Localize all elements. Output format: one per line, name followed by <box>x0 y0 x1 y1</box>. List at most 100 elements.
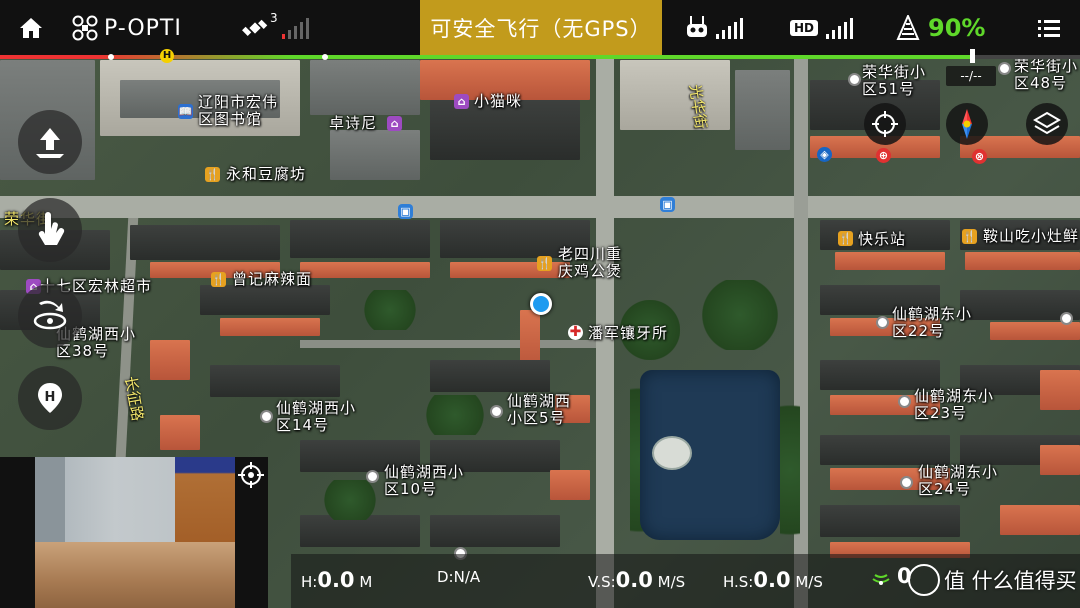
map-label-xianhu-west-14[interactable]: 仙鹤湖西小 区14号 <box>276 400 356 434</box>
bus-stop-icon[interactable]: ▣ <box>398 204 413 219</box>
takeoff-icon <box>36 128 64 158</box>
poi-dot-icon[interactable] <box>366 470 379 483</box>
map-layers-button[interactable] <box>1026 103 1068 145</box>
building <box>150 340 190 380</box>
satellite-status[interactable]: 3 <box>242 0 309 56</box>
bank-pin-icon[interactable]: ⊕ <box>876 148 891 163</box>
camera-target-button[interactable] <box>238 462 264 492</box>
home-icon <box>20 18 42 38</box>
building <box>820 505 960 537</box>
hospital-pin-icon[interactable]: ✚ <box>568 325 583 340</box>
building <box>735 70 790 150</box>
camera-feed-floor <box>35 542 235 608</box>
orbit-mode-button[interactable] <box>18 284 82 348</box>
poi-dot-icon[interactable] <box>998 62 1011 75</box>
poi-dot-icon[interactable] <box>898 395 911 408</box>
library-pin-icon[interactable]: 📖 <box>178 104 193 119</box>
map-label-laosichuan[interactable]: 老四川重 庆鸡公煲 <box>558 246 622 280</box>
aircraft-location-marker[interactable] <box>530 293 552 315</box>
top-status-bar: P-OPTI 3 可安全飞行（无GPS） HD 90% <box>0 0 1080 56</box>
food-pin-icon[interactable]: 🍴 <box>211 272 226 287</box>
vertical-speed-readout: V.S:0.0 M/S <box>588 568 685 592</box>
map-label-zhuoshini[interactable]: 卓诗尼 <box>329 115 377 132</box>
bank-pin-icon[interactable]: ⊗ <box>972 149 987 164</box>
bus-stop-icon[interactable]: ▣ <box>660 197 675 212</box>
tree <box>700 280 780 350</box>
video-signal[interactable]: HD <box>790 0 854 56</box>
vertical-speed-label: V.S: <box>588 573 616 591</box>
food-pin-icon[interactable]: 🍴 <box>962 229 977 244</box>
takeoff-button[interactable] <box>18 110 82 174</box>
home-button[interactable] <box>18 0 44 56</box>
compass-icon <box>962 109 972 139</box>
aircraft-status[interactable]: P-OPTI <box>72 0 182 56</box>
building <box>550 470 590 500</box>
food-pin-icon[interactable]: 🍴 <box>537 256 552 271</box>
poi-dot-icon[interactable] <box>1060 312 1073 325</box>
crosshair-icon <box>872 111 898 137</box>
map-label-anshan[interactable]: 鞍山吃小灶鲜 <box>983 228 1079 245</box>
camera-feed <box>35 457 235 608</box>
building <box>300 262 430 278</box>
vertical-speed-unit: M/S <box>657 573 686 591</box>
battery-status[interactable]: 90% <box>896 0 985 56</box>
hd-icon: HD <box>790 20 819 36</box>
aircraft-name: P-OPTI <box>104 15 182 41</box>
map-label-zengji[interactable]: 曾记麻辣面 <box>232 271 312 288</box>
height-readout: H:0.0 M <box>301 568 372 592</box>
map-label-panjun[interactable]: 潘军镶牙所 <box>588 325 668 342</box>
hand-tap-icon <box>38 212 65 245</box>
flight-distance-fill <box>0 55 972 59</box>
map-label-xianhu-east-22[interactable]: 仙鹤湖东小 区22号 <box>892 306 972 340</box>
tree <box>780 380 800 560</box>
food-pin-icon[interactable]: 🍴 <box>838 231 853 246</box>
vision-radar-readout: 0 <box>871 564 912 588</box>
watermark-logo-icon <box>908 564 940 596</box>
satellite-icon <box>242 19 268 36</box>
map-label-library[interactable]: 辽阳市宏伟 区图书馆 <box>198 94 278 128</box>
rc-signal-bars <box>716 17 743 39</box>
menu-icon <box>1038 20 1060 37</box>
road-inner <box>300 340 596 348</box>
menu-button[interactable] <box>1038 0 1060 56</box>
tap-fly-button[interactable] <box>18 198 82 262</box>
shop-pin-icon[interactable]: ⌂ <box>454 94 469 109</box>
locate-button[interactable] <box>864 103 906 145</box>
map-label-kuaile[interactable]: 快乐站 <box>858 231 906 248</box>
map-label-tofu[interactable]: 永和豆腐坊 <box>226 166 306 183</box>
horizontal-speed-value: 0.0 <box>753 568 791 592</box>
map-label-ronghua-48[interactable]: 荣华街小 区48号 <box>1014 58 1078 92</box>
camera-feed-cabinet <box>175 457 235 542</box>
map-label-xianhu-west-10[interactable]: 仙鹤湖西小 区10号 <box>384 464 464 498</box>
poi-dot-icon[interactable] <box>490 405 503 418</box>
map-label-xianhu-east-23[interactable]: 仙鹤湖东小 区23号 <box>914 388 994 422</box>
flight-status-banner[interactable]: 可安全飞行（无GPS） <box>420 0 662 56</box>
map-label-xianhu-east-24[interactable]: 仙鹤湖东小 区24号 <box>918 464 998 498</box>
map-scale: --/-- <box>946 66 996 86</box>
shop-pin-icon[interactable]: ⌂ <box>387 116 402 131</box>
road-horizontal <box>0 196 1080 218</box>
map-label-ronghua-51[interactable]: 荣华街小 区51号 <box>862 64 926 98</box>
poi-dot-icon[interactable] <box>848 73 861 86</box>
poi-dot-icon[interactable] <box>900 476 913 489</box>
food-pin-icon[interactable]: 🍴 <box>205 167 220 182</box>
building <box>160 415 200 450</box>
vertical-speed-value: 0.0 <box>615 568 653 592</box>
poi-dot-icon[interactable] <box>876 316 889 329</box>
poi-dot-icon[interactable] <box>260 410 273 423</box>
building <box>310 60 420 115</box>
return-home-button[interactable]: H <box>18 366 82 430</box>
building <box>835 252 945 270</box>
bank-pin-icon[interactable]: ◈ <box>817 147 832 162</box>
progress-marker <box>108 54 114 60</box>
map-label-xianhu-west-5[interactable]: 仙鹤湖西 小区5号 <box>507 393 571 427</box>
compass-button[interactable] <box>946 103 988 145</box>
camera-preview[interactable] <box>0 457 268 608</box>
rc-signal[interactable] <box>686 0 743 56</box>
hd-signal-bars <box>826 17 854 39</box>
building <box>430 360 550 392</box>
height-label: H: <box>301 573 318 591</box>
map-label-cat-shop[interactable]: 小猫咪 <box>474 93 522 110</box>
battery-icon <box>896 15 920 40</box>
distance-readout: D:N/A <box>437 568 480 586</box>
